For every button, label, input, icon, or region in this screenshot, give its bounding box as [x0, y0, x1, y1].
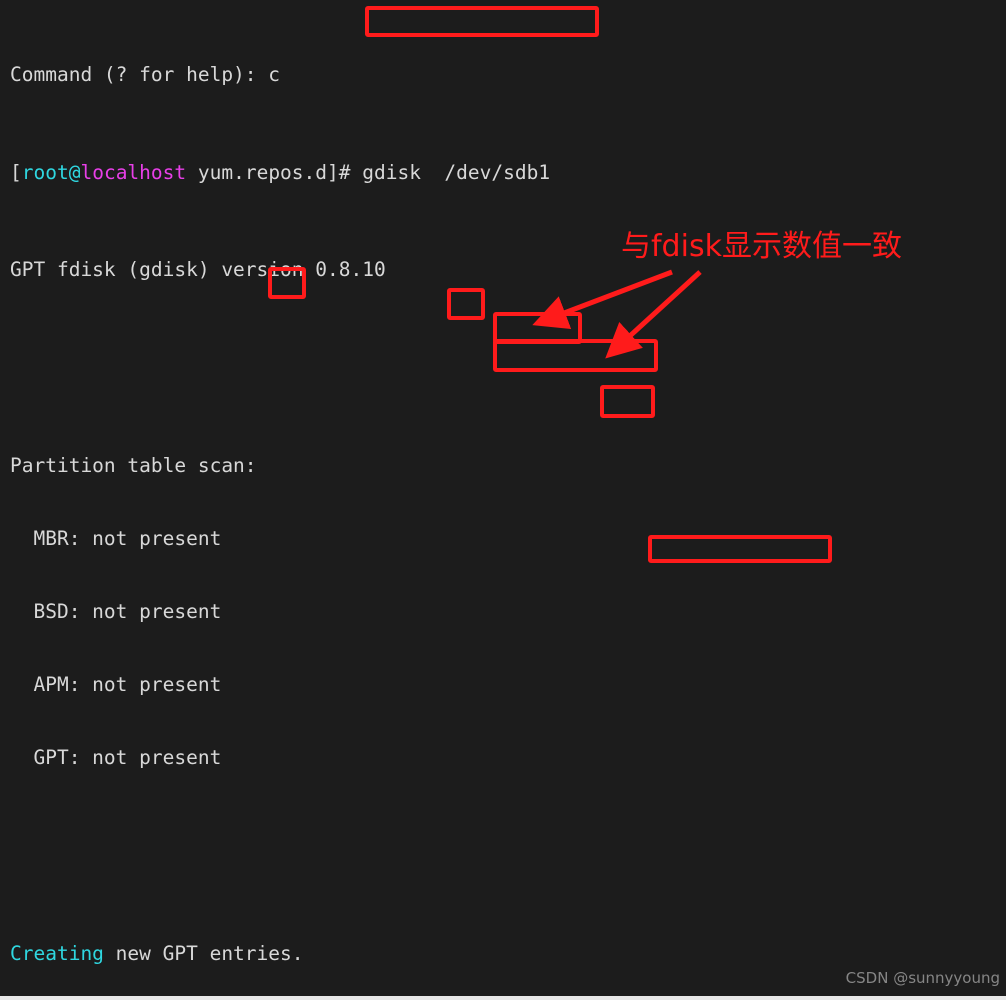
- terminal-line-prompt: [root@localhost yum.repos.d]# gdisk /dev…: [10, 161, 1006, 185]
- terminal-line-bsd: BSD: not present: [10, 600, 222, 624]
- terminal-line-mbr: MBR: not present: [10, 526, 222, 550]
- prompt-user: root: [21, 160, 69, 184]
- prompt-hostname: localhost: [80, 160, 187, 184]
- chinese-annotation-note: 与fdisk显示数值一致: [621, 229, 902, 264]
- watermark-text: CSDN @sunnyyoung: [845, 968, 1000, 987]
- prompt-bracket: [: [10, 160, 22, 184]
- terminal-line-blank-2: [10, 844, 1006, 868]
- prompt-typed-command: gdisk /dev/sdb1: [362, 160, 551, 184]
- terminal-line-blank-1: [10, 356, 1006, 380]
- terminal-line-apm: APM: not present: [10, 673, 222, 697]
- terminal-line-scan-header: Partition table scan:: [10, 453, 257, 477]
- prompt-at-symbol: @: [68, 160, 81, 184]
- prompt-path: yum.repos.d]#: [186, 160, 363, 184]
- terminal-line-creating: Creating new GPT entries.: [10, 942, 1006, 966]
- creating-rest: new GPT entries.: [103, 941, 304, 965]
- terminal-line-gpt: GPT: not present: [10, 746, 222, 770]
- terminal-line-prev-command: Command (? for help): c: [10, 63, 281, 87]
- terminal-window: Command (? for help): c [root@localhost …: [0, 0, 1006, 1000]
- terminal-output: Command (? for help): c [root@localhost …: [10, 0, 1006, 996]
- creating-keyword: Creating: [10, 941, 104, 965]
